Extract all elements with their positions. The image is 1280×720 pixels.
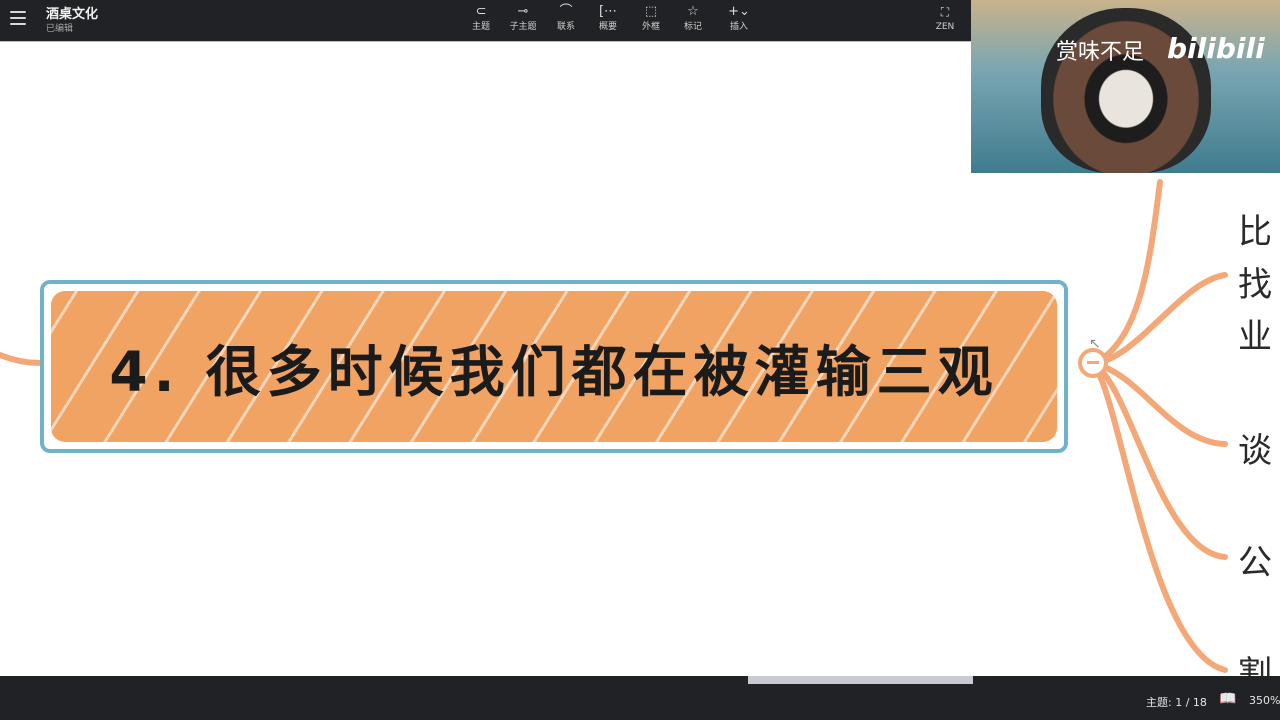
branch-topic-2[interactable]: 谈 — [1238, 423, 1272, 472]
summary-button[interactable]: [⋯ 概要 — [588, 3, 628, 33]
central-topic-fill: 4. 很多时候我们都在被灌输三观 — [51, 291, 1057, 442]
watermark-text: 赏味不足 — [1056, 40, 1145, 65]
insert-button[interactable]: +⌄ 插入 — [719, 3, 759, 33]
boundary-icon: ⬚ — [644, 4, 658, 19]
branch-line-2 — [1090, 361, 1228, 447]
horizontal-scrollbar[interactable] — [748, 676, 973, 684]
status-bar: 主题: 1 / 18 📖 350% — [0, 676, 1280, 720]
central-topic-text: 4. 很多时候我们都在被灌输三观 — [109, 339, 999, 404]
bilibili-logo: bilibili — [1167, 32, 1265, 65]
topic-button[interactable]: ⊂ 主题 — [461, 3, 501, 33]
topic-label: 主题 — [471, 22, 490, 32]
relationship-icon: ⌒ — [559, 4, 573, 19]
hamburger-menu-icon[interactable] — [10, 11, 26, 25]
relationship-label: 联系 — [556, 22, 575, 32]
zen-mode-button[interactable]: ⛶ ZEN — [930, 3, 960, 33]
marker-label: 标记 — [683, 22, 702, 32]
outline-book-icon[interactable]: 📖 — [1219, 691, 1236, 707]
collapse-branch-button[interactable] — [1078, 348, 1108, 378]
star-icon: ☆ — [687, 4, 699, 19]
insert-label: 插入 — [729, 22, 748, 32]
topic-icon: ⊂ — [475, 4, 487, 19]
central-topic[interactable]: 4. 很多时候我们都在被灌输三观 — [40, 280, 1068, 453]
marker-button[interactable]: ☆ 标记 — [673, 3, 713, 33]
subtopic-button[interactable]: ⊸ 子主题 — [503, 3, 543, 33]
topic-count: 主题: 1 / 18 — [1146, 696, 1207, 709]
fullscreen-icon: ⛶ — [940, 5, 950, 19]
zen-label: ZEN — [935, 22, 955, 32]
mouse-cursor-icon: ↖ — [1089, 336, 1101, 352]
branch-topic-1-line2[interactable]: 找 — [1238, 257, 1272, 306]
branch-line-top — [1090, 179, 1163, 367]
plus-dropdown-icon: +⌄ — [728, 4, 750, 19]
video-overlay: 赏味不足 bilibili — [971, 0, 1280, 173]
branch-line-3 — [1090, 361, 1228, 560]
document-title[interactable]: 酒桌文化 — [46, 3, 98, 22]
boundary-button[interactable]: ⬚ 外框 — [631, 3, 671, 33]
boundary-label: 外框 — [641, 22, 660, 32]
subtopic-icon: ⊸ — [517, 4, 529, 19]
relationship-button[interactable]: ⌒ 联系 — [546, 3, 586, 33]
document-status: 已编辑 — [46, 24, 74, 34]
summary-label: 概要 — [598, 22, 617, 32]
branch-topic-3[interactable]: 公 — [1238, 535, 1272, 584]
branch-topic-1-line3[interactable]: 业 — [1238, 309, 1272, 358]
subtopic-label: 子主题 — [509, 22, 537, 32]
branch-topic-1[interactable]: 比 — [1238, 204, 1272, 253]
left-branch-line — [0, 352, 43, 366]
summary-icon: [⋯ — [598, 4, 618, 19]
zoom-level[interactable]: 350% — [1249, 694, 1280, 707]
